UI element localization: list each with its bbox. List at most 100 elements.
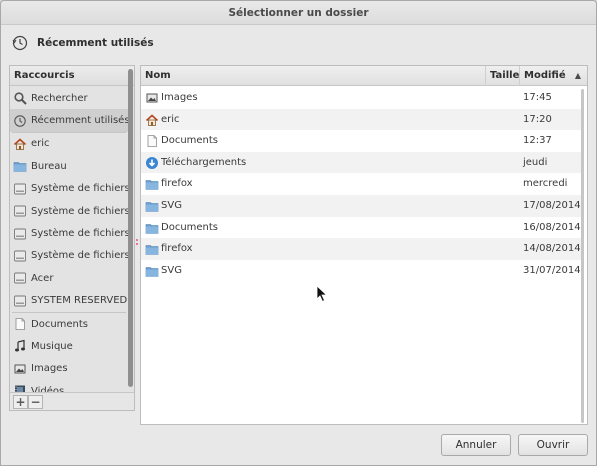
file-row[interactable]: SVG 17/08/2014: [141, 194, 582, 217]
file-name: Documents: [161, 135, 219, 147]
file-row[interactable]: eric 17:20: [141, 108, 582, 131]
sidebar-item[interactable]: Images: [10, 358, 128, 380]
file-modified: 17:45: [523, 92, 552, 103]
add-bookmark-button[interactable]: +: [13, 394, 28, 409]
mouse-pointer-icon: [316, 285, 328, 303]
sidebar-item[interactable]: Système de fichiers: [10, 178, 128, 200]
remove-bookmark-button[interactable]: −: [28, 394, 43, 409]
file-name: Téléchargements: [161, 156, 247, 168]
places-sidebar: Raccourcis Rechercher Récemment utilisés e…: [9, 65, 135, 411]
folder-icon: [145, 180, 159, 191]
file-modified: 17/08/2014: [523, 199, 581, 211]
sidebar-item-label: Images: [31, 363, 68, 375]
sidebar-item[interactable]: Documents: [10, 313, 128, 335]
folder-icon: [13, 162, 27, 173]
file-rows: Images 17:45 eric 17:20 Documents 12:37 Téléch…: [141, 87, 582, 281]
sidebar-item[interactable]: Système de fichiers ...: [10, 200, 128, 222]
cancel-button[interactable]: Annuler: [441, 434, 511, 456]
open-button[interactable]: Ouvrir: [518, 434, 588, 456]
drive-icon: [14, 295, 26, 307]
sidebar-item-label: Rechercher: [31, 92, 88, 104]
download-icon: [146, 156, 158, 169]
images-icon: [14, 364, 26, 374]
file-modified: 17:20: [523, 113, 552, 125]
music-icon: [15, 340, 25, 352]
file-name: eric: [161, 113, 180, 125]
folder-icon: [145, 245, 159, 255]
file-modified: mercredi: [523, 178, 568, 190]
file-chooser-dialog: Sélectionner un dossier Récemment utilis…: [0, 0, 597, 466]
file-modified: 31/07/2014: [523, 264, 581, 276]
column-header-size[interactable]: Taille: [486, 66, 520, 86]
file-name: SVG: [161, 199, 182, 211]
sidebar-item-label: Système de fichiers: [31, 183, 128, 195]
sidebar-item[interactable]: Rechercher: [10, 87, 128, 109]
sidebar-item[interactable]: Système de fichiers ...: [10, 222, 128, 244]
file-row[interactable]: firefox 14/08/2014: [141, 238, 582, 260]
file-modified: 12:37: [523, 135, 552, 147]
file-name: firefox: [161, 243, 193, 255]
file-name: Images: [161, 92, 198, 103]
folder-icon: [145, 223, 159, 234]
sidebar-list: Rechercher Récemment utilisés eric Bureau Sy…: [10, 87, 128, 402]
window-title: Sélectionner un dossier: [1, 1, 596, 25]
sidebar-item-label: Bureau: [31, 160, 67, 172]
file-name: firefox: [161, 178, 193, 190]
sidebar-item-label: Système de fichiers ...: [31, 250, 128, 262]
sidebar-item-label: eric: [31, 138, 50, 150]
clock-icon: [14, 114, 26, 127]
file-modified: 16/08/2014: [523, 221, 581, 233]
sidebar-item-label: Système de fichiers ...: [31, 228, 128, 240]
file-row[interactable]: firefox mercredi: [141, 173, 582, 195]
sidebar-item[interactable]: SYSTEM RESERVED: [10, 290, 128, 312]
file-modified: jeudi: [523, 156, 548, 168]
sidebar-item-label: SYSTEM RESERVED: [31, 295, 128, 307]
file-row[interactable]: Documents 12:37: [141, 130, 582, 152]
file-list: Nom Taille Modifié ▲ Images 17:45 eric 17:2…: [140, 65, 588, 425]
sidebar-item[interactable]: Acer: [10, 267, 128, 289]
search-icon: [14, 92, 27, 105]
clock-icon: [12, 35, 28, 51]
file-list-scrollbar[interactable]: [581, 89, 584, 423]
document-icon: [15, 318, 25, 330]
sidebar-header: Raccourcis: [10, 66, 134, 86]
sidebar-item[interactable]: eric: [10, 133, 128, 155]
column-header-name[interactable]: Nom: [141, 66, 486, 86]
drive-icon: [14, 250, 26, 262]
sidebar-toolbar: + −: [10, 392, 134, 410]
file-row[interactable]: Téléchargements jeudi: [141, 151, 582, 174]
file-modified: 14/08/2014: [523, 243, 581, 255]
drive-icon: [14, 228, 26, 239]
pane-resize-handle[interactable]: [136, 239, 138, 245]
document-icon: [147, 135, 157, 148]
sidebar-item-label: Système de fichiers ...: [31, 205, 128, 217]
sidebar-item[interactable]: Système de fichiers ...: [10, 245, 128, 267]
home-icon: [13, 138, 27, 150]
location-bar[interactable]: Récemment utilisés: [11, 33, 154, 53]
drive-icon: [14, 183, 26, 195]
file-name: SVG: [161, 264, 182, 276]
sidebar-item[interactable]: Bureau: [10, 155, 128, 177]
sort-ascending-icon: ▲: [574, 71, 581, 80]
sidebar-item-label: Musique: [31, 340, 73, 352]
column-header-modified[interactable]: Modifié ▲: [520, 66, 587, 86]
file-row[interactable]: SVG 31/07/2014: [141, 260, 582, 282]
location-label: Récemment utilisés: [37, 37, 154, 49]
folder-icon: [145, 266, 159, 277]
sidebar-item-label: Récemment utilisés: [31, 115, 128, 127]
sidebar-scrollbar[interactable]: [128, 69, 133, 387]
folder-icon: [145, 202, 159, 212]
sidebar-item[interactable]: Musique: [10, 335, 128, 357]
file-list-header: Nom Taille Modifié ▲: [141, 66, 587, 86]
file-name: Documents: [161, 221, 219, 233]
drive-icon: [14, 272, 26, 284]
file-row[interactable]: Documents 16/08/2014: [141, 217, 582, 239]
home-icon: [145, 114, 159, 126]
images-icon: [146, 93, 158, 103]
drive-icon: [14, 205, 26, 217]
sidebar-item-label: Documents: [31, 318, 89, 330]
column-header-modified-label: Modifié: [524, 70, 566, 81]
file-row[interactable]: Images 17:45: [141, 87, 582, 109]
sidebar-item-label: Acer: [31, 272, 54, 284]
sidebar-item[interactable]: Récemment utilisés: [10, 109, 128, 132]
